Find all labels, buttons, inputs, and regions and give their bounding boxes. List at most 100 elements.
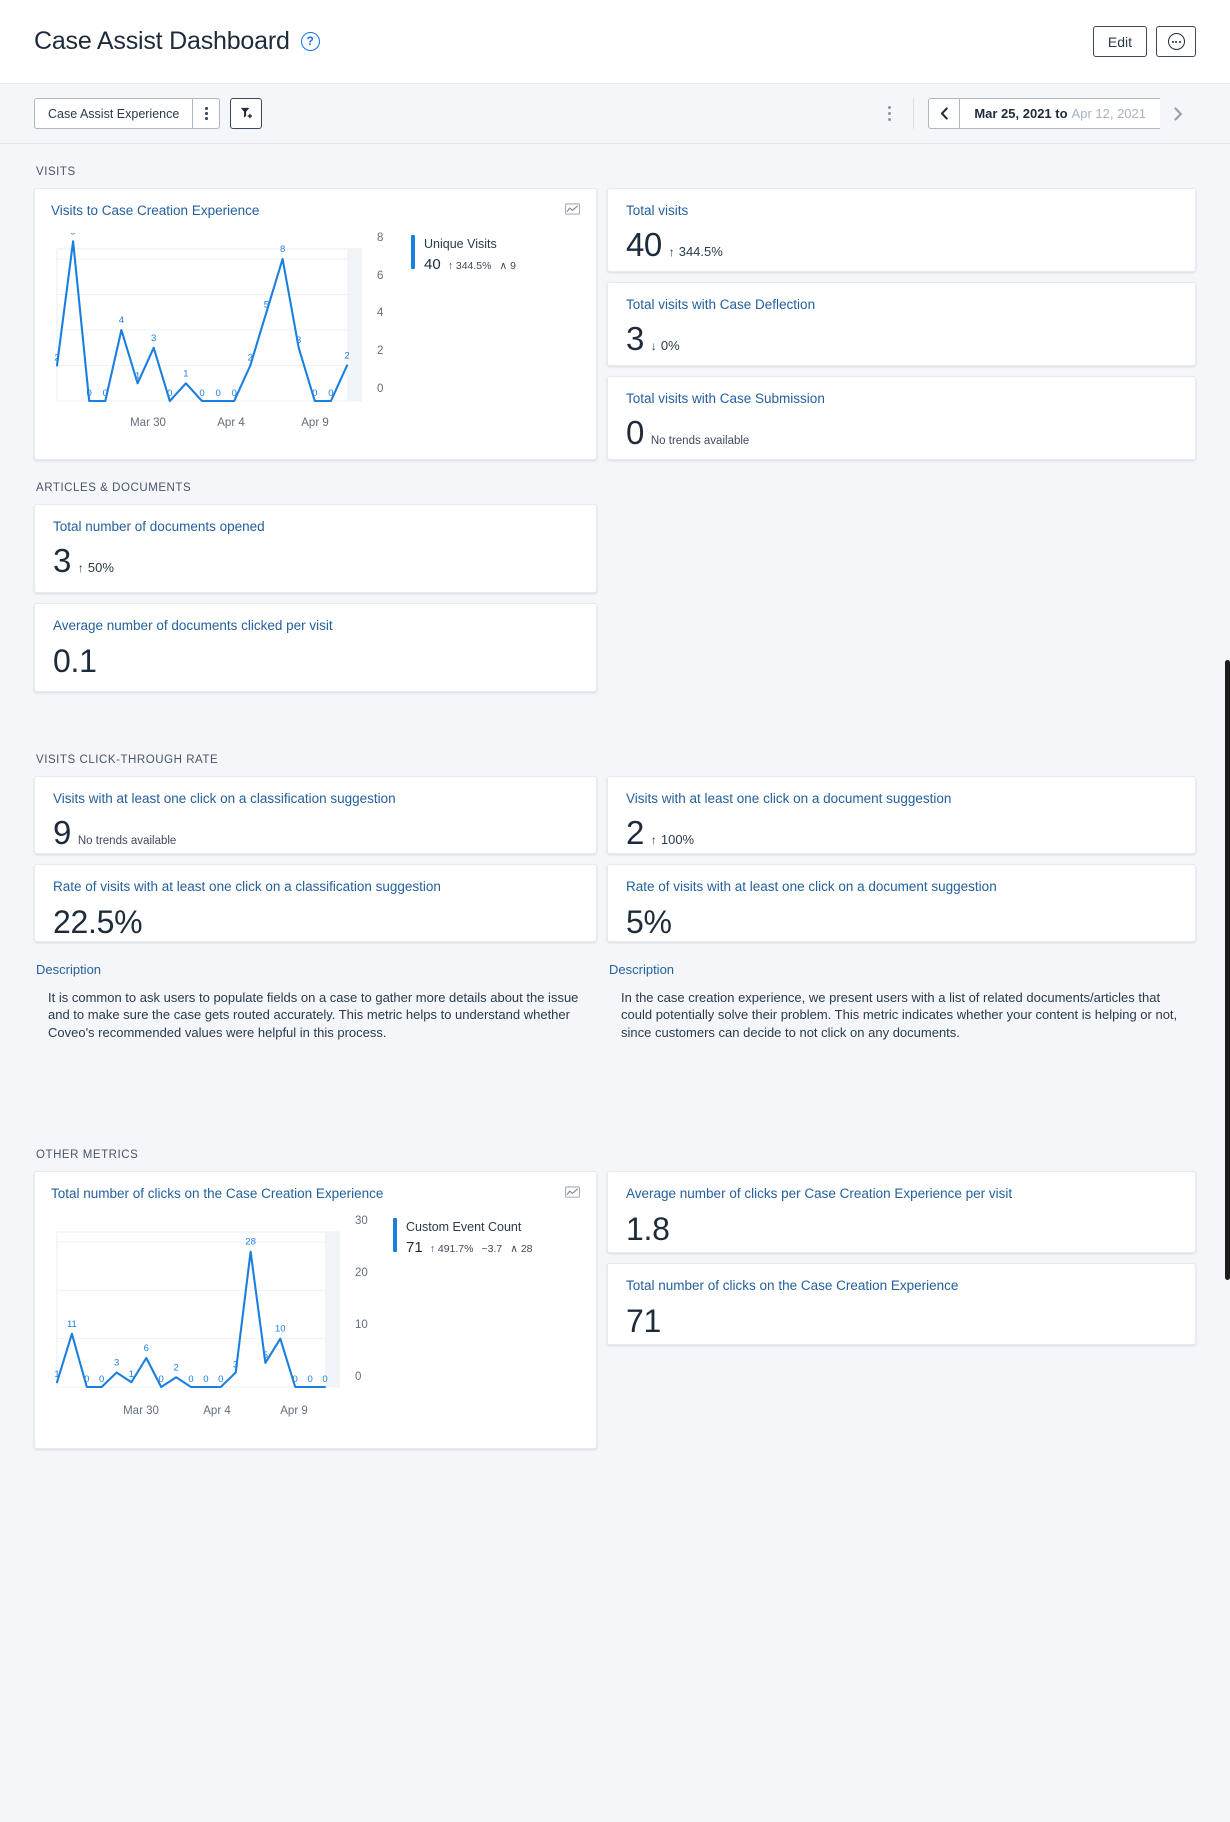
kpi-value: 3: [53, 542, 71, 579]
kpi-trend: ↑ 100%: [651, 832, 694, 847]
kpi-title: Total visits with Case Deflection: [626, 297, 816, 312]
kpi-value-row: 3 ↑ 50%: [53, 544, 578, 577]
svg-text:2: 2: [248, 353, 253, 364]
filterbar-kebab-button[interactable]: [882, 100, 897, 127]
legend-series-name: Custom Event Count: [406, 1219, 522, 1234]
clicks-chart-header: Total number of clicks on the Case Creat…: [51, 1186, 580, 1204]
trend-arrow-icon: ↓: [650, 339, 657, 353]
kpi-value: 0: [626, 414, 644, 451]
svg-text:0: 0: [293, 1374, 298, 1385]
visits-chart-plot: 2900413010002583002: [51, 226, 369, 413]
experience-kebab-button[interactable]: [192, 98, 221, 129]
chart-legend-icon[interactable]: [565, 1186, 580, 1204]
add-filter-button[interactable]: [230, 98, 263, 129]
kpi-trend: ↓ 0%: [651, 338, 680, 353]
legend-peak: ∧ 28: [510, 1242, 533, 1255]
section-label-articles: ARTICLES & DOCUMENTS: [36, 482, 192, 494]
experience-pill[interactable]: Case Assist Experience: [34, 98, 193, 129]
svg-text:11: 11: [67, 1319, 77, 1330]
svg-text:9: 9: [70, 233, 75, 237]
kpi-title: Average number of documents clicked per …: [53, 618, 333, 633]
trend-value: 344.5%: [678, 244, 723, 259]
svg-text:2: 2: [173, 1362, 178, 1373]
svg-text:0: 0: [99, 1374, 104, 1385]
clicks-chart-body: 1 11 0 0 3 1 6 0 2 0 0 0 3 28 5 10 0 0 0 30 20 10 0 Custom…: [51, 1215, 580, 1401]
header-actions: Edit: [1092, 26, 1196, 57]
svg-text:1: 1: [129, 1369, 134, 1380]
visits-line-chart[interactable]: 2900413010002583002: [51, 226, 369, 413]
date-range-from: Mar 25, 2021 to: [974, 106, 1068, 121]
legend-change: ↑ 491.7%: [429, 1242, 474, 1255]
visits-chart-body: 2900413010002583002 8 6 4 2 0 Unique: [51, 226, 580, 413]
question-circle-icon[interactable]: ?: [300, 32, 320, 51]
section-label-ctr: VISITS CLICK-THROUGH RATE: [36, 754, 219, 766]
clicks-chart-legend: Custom Event Count 71 ↑ 491.7% ~3.7 ∧ 28: [379, 1216, 533, 1401]
svg-text:0: 0: [232, 388, 237, 399]
clicks-chart-yaxis: 30 20 10 0: [347, 1215, 379, 1384]
articles-grid: Total number of documents opened 3 ↑ 50%…: [34, 504, 1196, 692]
kpi-value-row: 3 ↓ 0%: [626, 322, 1177, 355]
visits-chart-title: Visits to Case Creation Experience: [51, 203, 260, 218]
kpi-title: Visits with at least one click on a clas…: [53, 791, 396, 806]
kpi-trend: ↑ 50%: [78, 560, 114, 575]
svg-text:0: 0: [312, 388, 317, 399]
kpi-title: Average number of clicks per Case Creati…: [626, 1185, 1013, 1201]
xtick: Mar 30: [123, 1404, 159, 1417]
chevron-right-icon: [1174, 106, 1182, 121]
kpi-value-row: 2 ↑ 100%: [626, 816, 1177, 849]
description-text: It is common to ask users to populate fi…: [48, 990, 579, 1040]
title-area: Case Assist Dashboard ?: [34, 27, 320, 56]
kpi-value: 0.1: [53, 643, 97, 679]
kpi-card-rate-document-suggestion: Rate of visits with at least one click o…: [607, 864, 1196, 942]
kpi-note: No trends available: [77, 835, 177, 847]
kpi-value-row: 9 No trends available: [53, 816, 578, 849]
kpi-value: 9: [53, 814, 71, 851]
filter-bar: Case Assist Experience Mar 25, 2021 to A…: [0, 84, 1230, 144]
svg-text:3: 3: [296, 335, 301, 346]
legend-peak: ∧ 9: [499, 260, 516, 272]
clicks-chart-xaxis: Mar 30 Apr 4 Apr 9: [51, 1405, 347, 1425]
svg-text:2: 2: [344, 351, 349, 362]
svg-text:0: 0: [103, 388, 108, 399]
kpi-trend: ↑ 344.5%: [669, 244, 723, 259]
section-label-visits: VISITS: [36, 166, 76, 178]
svg-text:2: 2: [54, 353, 59, 364]
xtick: Mar 30: [130, 417, 166, 429]
kpi-card-total-clicks: Total number of clicks on the Case Creat…: [607, 1262, 1196, 1345]
more-options-button[interactable]: [1156, 26, 1196, 57]
dashboard-page: Case Assist Dashboard ? Edit Case Assist…: [0, 0, 1230, 1822]
ytick: 10: [355, 1319, 368, 1332]
date-range-text[interactable]: Mar 25, 2021 to Apr 12, 2021: [960, 98, 1160, 129]
kpi-note: No trends available: [650, 435, 750, 447]
ctr-right-stack: Visits with at least one click on a docu…: [607, 776, 1196, 942]
kpi-card-case-deflection: Total visits with Case Deflection 3 ↓ 0%: [607, 282, 1196, 366]
clicks-line-chart[interactable]: 1110 0316020 0 03285100 0 0: [51, 1216, 347, 1401]
visits-grid: Visits to Case Creation Experience 2 9 0 0 4…: [34, 188, 1196, 460]
edit-button[interactable]: Edit: [1092, 26, 1147, 57]
kpi-card-click-document-suggestion: Visits with at least one click on a docu…: [607, 776, 1196, 854]
kpi-title: Rate of visits with at least one click o…: [626, 879, 997, 894]
date-prev-button[interactable]: [928, 98, 961, 129]
svg-text:1: 1: [54, 1369, 59, 1380]
xtick: Apr 4: [203, 1404, 231, 1417]
top-header: Case Assist Dashboard ? Edit: [0, 0, 1230, 84]
date-next-button[interactable]: [1160, 98, 1196, 129]
ytick: 0: [355, 1371, 362, 1384]
experience-selector: Case Assist Experience: [34, 98, 221, 129]
svg-text:0: 0: [218, 1374, 223, 1385]
ctr-left-stack: Visits with at least one click on a clas…: [34, 776, 597, 942]
svg-text:3: 3: [114, 1357, 119, 1368]
legend-color-swatch: [393, 1217, 397, 1252]
kpi-card-avg-documents-per-visit: Average number of documents clicked per …: [34, 603, 597, 692]
kpi-value: 40: [626, 226, 662, 263]
svg-text:4: 4: [119, 315, 124, 326]
kpi-title: Total visits with Case Submission: [626, 391, 825, 406]
trend-value: 0%: [660, 338, 680, 353]
chevron-left-icon: [940, 107, 948, 120]
page-scrollbar[interactable]: [1225, 660, 1230, 1280]
ytick: 0: [377, 382, 384, 395]
kpi-value: 71: [626, 1302, 661, 1339]
descriptions-grid: Description It is common to ask users to…: [34, 956, 1196, 1041]
legend-total: 40: [424, 256, 441, 273]
chart-legend-icon[interactable]: [565, 203, 580, 221]
